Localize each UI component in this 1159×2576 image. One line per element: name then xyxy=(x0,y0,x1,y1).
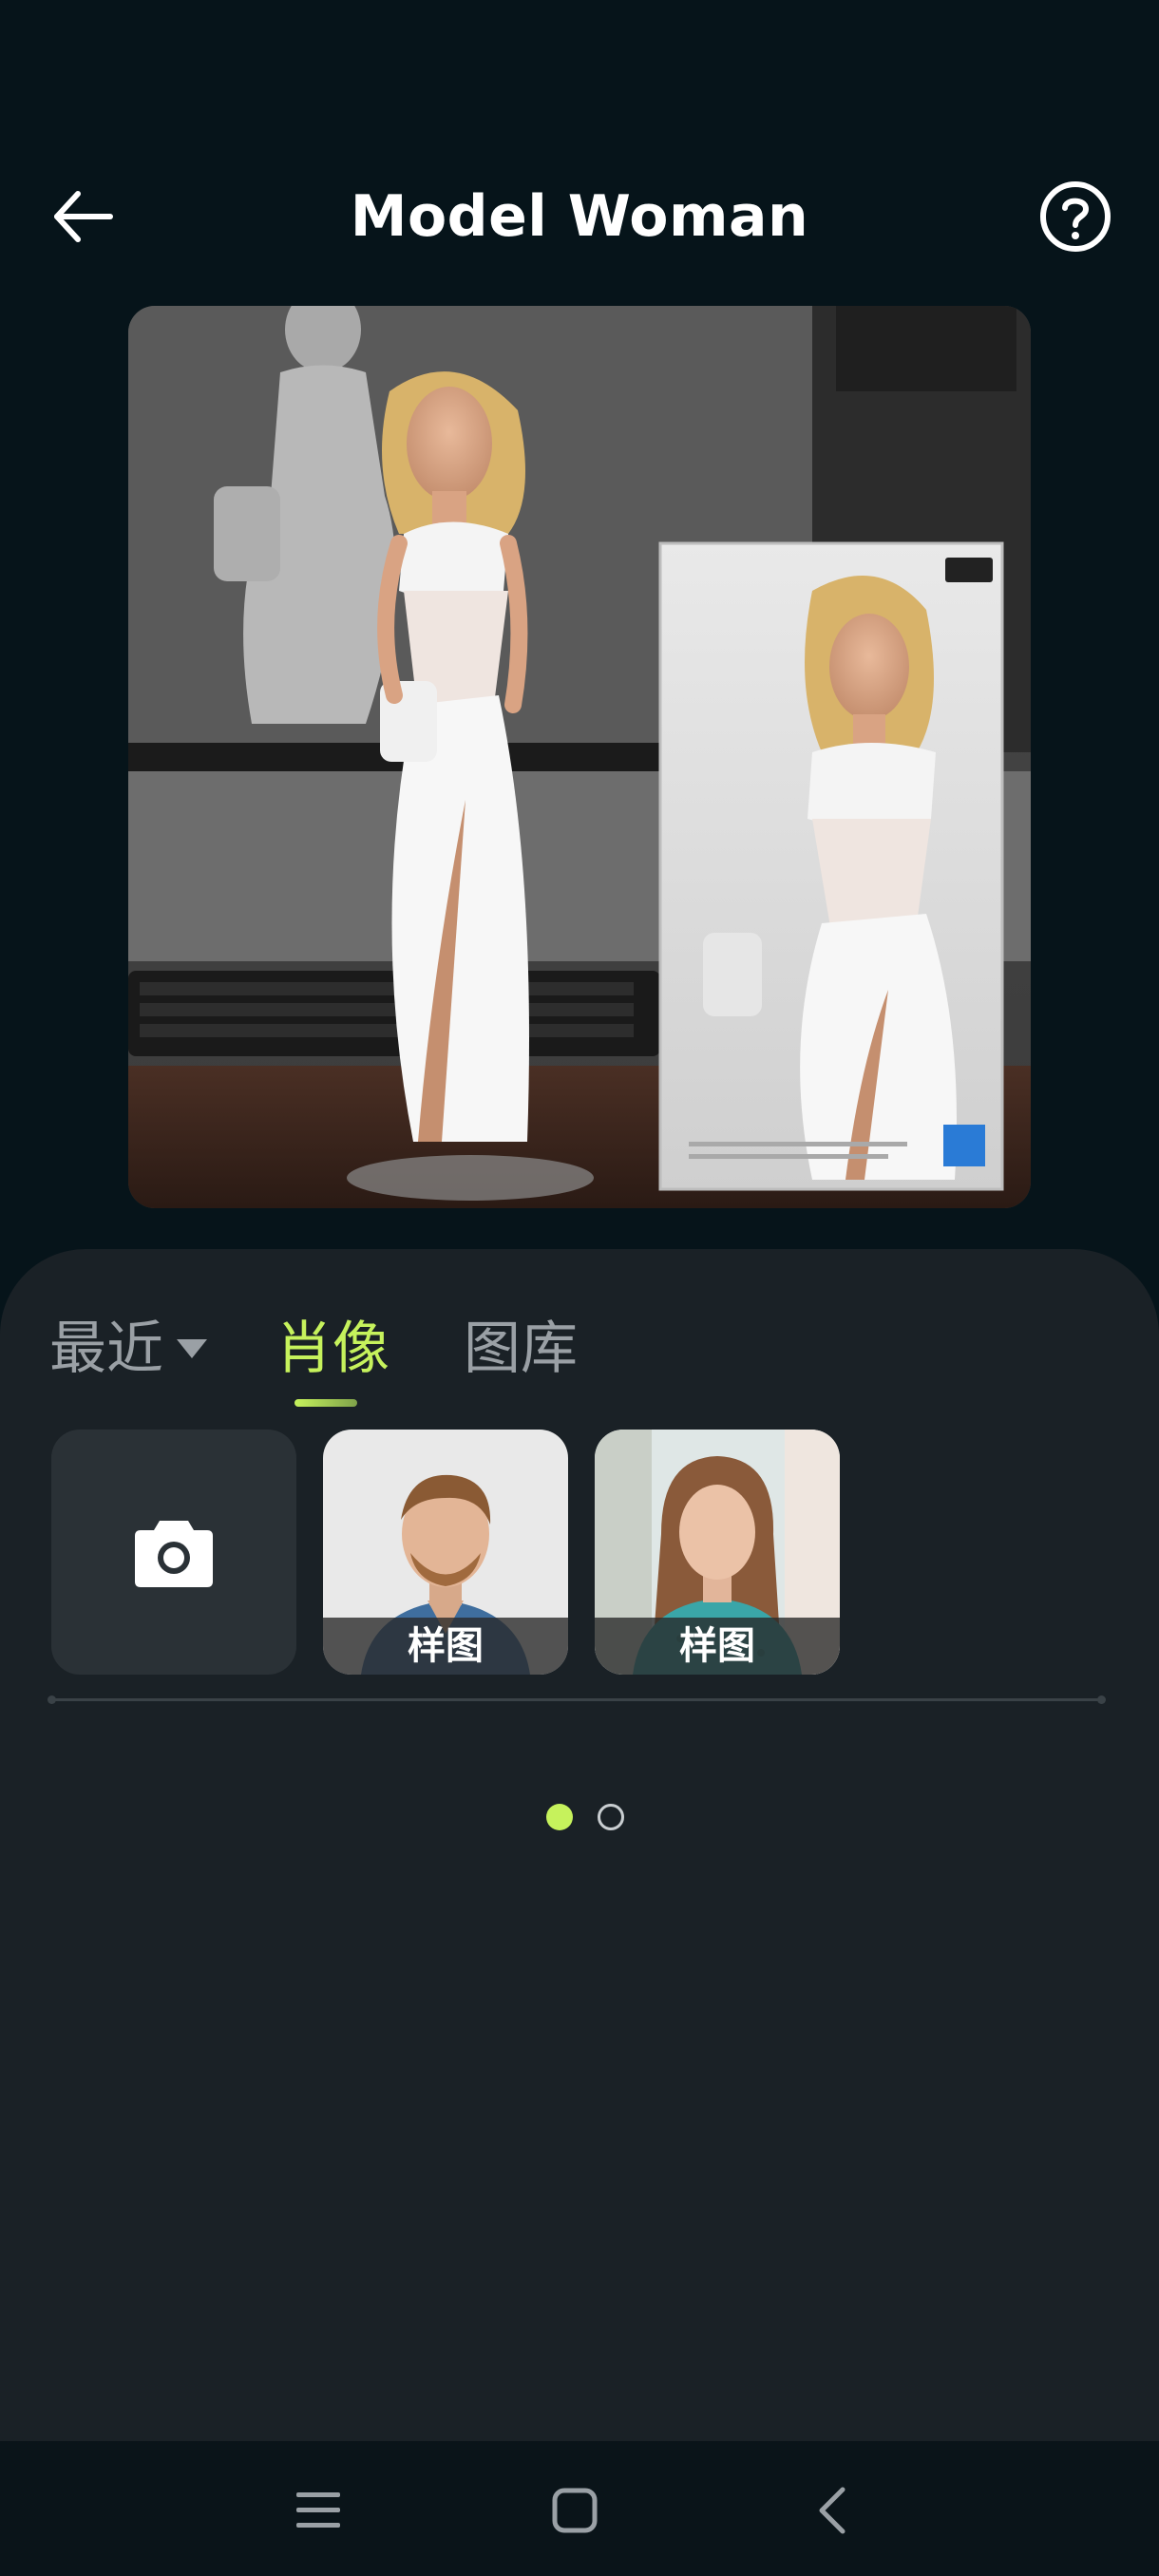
tab-portrait-label: 肖像 xyxy=(276,1316,390,1382)
header-bar: Model Woman xyxy=(0,142,1159,275)
dropdown-caret-icon xyxy=(177,1339,207,1358)
page-indicator xyxy=(546,1804,649,1830)
home-square-icon xyxy=(552,2488,598,2533)
tab-gallery[interactable]: 图库 xyxy=(464,1306,578,1392)
chevron-left-icon xyxy=(819,2487,846,2534)
tab-gallery-label: 图库 xyxy=(464,1316,578,1382)
recent-apps-button[interactable] xyxy=(276,2468,361,2553)
page-dot-active[interactable] xyxy=(546,1804,573,1830)
home-button[interactable] xyxy=(532,2468,618,2553)
active-tab-indicator xyxy=(294,1399,357,1407)
tab-portrait[interactable]: 肖像 xyxy=(276,1306,390,1407)
sample-thumbnail-man[interactable]: 样图 xyxy=(323,1430,568,1675)
scroll-track xyxy=(48,1695,1106,1704)
photo-picker-panel: 最近 肖像 图库 样图 样图 xyxy=(0,1249,1159,2441)
sample-label: 样图 xyxy=(323,1618,568,1675)
thumbnail-row: 样图 样图 xyxy=(51,1430,866,1675)
camera-button[interactable] xyxy=(51,1430,296,1675)
tab-recent[interactable]: 最近 xyxy=(49,1306,207,1392)
figure-preview-image xyxy=(128,306,1031,1208)
sample-label: 样图 xyxy=(595,1618,840,1675)
help-button[interactable] xyxy=(1030,171,1121,262)
camera-icon xyxy=(135,1521,213,1587)
sample-thumbnail-woman[interactable]: 样图 xyxy=(595,1430,840,1675)
source-tabs: 最近 肖像 图库 xyxy=(49,1306,578,1407)
system-back-button[interactable] xyxy=(788,2468,874,2553)
system-navigation-bar xyxy=(0,2441,1159,2576)
page-title: Model Woman xyxy=(350,183,809,250)
tab-recent-label: 最近 xyxy=(49,1316,163,1382)
help-circle-icon xyxy=(1040,181,1111,252)
page-dot-inactive[interactable] xyxy=(598,1804,624,1830)
menu-lines-icon xyxy=(296,2492,340,2528)
